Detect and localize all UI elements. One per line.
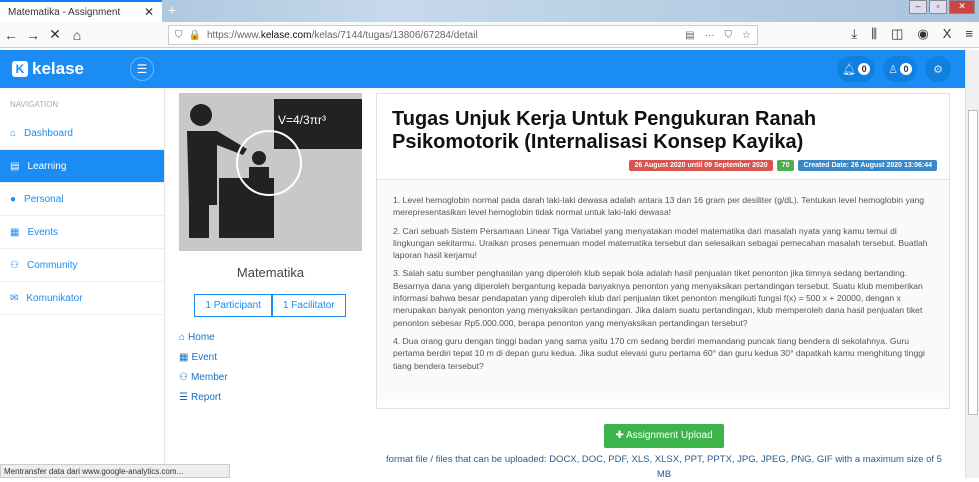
plus-icon: ✚ [615,430,626,441]
reader-icon[interactable]: ▤ [685,30,694,41]
course-link-event[interactable]: ▦ Event [179,347,362,367]
maximize-icon[interactable]: ▫ [929,0,947,14]
browser-tabbar: Matematika - Assignment ✕ + – ▫ ✕ [0,0,979,22]
course-link-home[interactable]: ⌂ Home [179,327,362,347]
link-label: Member [190,371,228,383]
course-panel: V=4/3πr³ Matematika 1 Participant 1 Facil… [179,93,362,407]
pocket-icon[interactable]: ⛉ [725,30,733,41]
home-icon: ⌂ [179,331,186,343]
url-prefix: https://www. [206,29,261,41]
question: 3. Salah satu sumber penghasilan yang di… [393,268,923,328]
created-badge: Created Date: 26 August 2020 13:06:44 [798,160,937,171]
tab-title: Matematika - Assignment [8,6,121,18]
forward-icon[interactable]: → [22,27,44,43]
users-icon: ⚇ [179,371,188,383]
browser-tab[interactable]: Matematika - Assignment ✕ [0,0,162,22]
link-label: Event [191,351,218,363]
sidebar-icon[interactable]: ◫ [891,26,903,42]
teacher-icon [187,104,302,238]
question: 4. Dua orang guru dengan tinggi badan ya… [393,335,925,371]
sidebar-item-personal[interactable]: ● Personal [0,183,164,216]
url-path: /kelas/7144/tugas/13806/67284/detail [311,29,478,41]
participants-button[interactable]: 1 Participant [194,294,272,317]
sidebar-item-events[interactable]: ▦ Events [0,216,164,249]
notif-badge: 0 [858,63,871,75]
sidebar-item-label: Personal [24,193,64,205]
home-icon[interactable]: ⌂ [66,27,88,43]
user-icon: ♙ [888,63,898,76]
sidebar-item-label: Dashboard [24,127,73,139]
browser-navbar: ← → ✕ ⌂ ⛉ 🔒 https://www.kelase.com/kelas/… [0,22,979,48]
sidebar-label: NAVIGATION [10,100,59,109]
calendar-icon: ▦ [179,351,189,363]
status-bar: Mentransfer data dari www.google-analyti… [0,464,230,478]
star-icon[interactable]: ☆ [742,30,751,41]
calendar-icon: ▦ [10,226,20,238]
window-controls: – ▫ ✕ [909,0,975,14]
home-icon: ⌂ [10,127,17,139]
sidebar-item-label: Learning [27,160,67,172]
back-icon[interactable]: ← [0,27,22,43]
scrollbar-thumb[interactable] [968,110,978,415]
sidebar-item-learning[interactable]: ▤ Learning [0,150,164,183]
book-icon: ▤ [10,160,20,172]
logo[interactable]: Kkelase [12,59,84,79]
sidebar: NAVIGATION ⌂ Dashboard ▤ Learning ● Persona… [0,88,165,478]
upload-label: Assignment Upload [625,430,713,441]
menu-icon[interactable]: ≡ [965,26,973,42]
chat-icon: ✉ [10,292,19,304]
scrollbar[interactable] [965,50,979,478]
assignment-card: Tugas Unjuk Kerja Untuk Pengukuran Ranah… [376,93,950,409]
download-icon[interactable]: ⤓ [851,26,857,42]
user-icon: ● [10,193,17,205]
shield-icon: ⛉ [175,29,183,41]
course-link-member[interactable]: ⚇ Member [179,367,362,387]
close-window-icon[interactable]: ✕ [949,0,975,14]
settings-button[interactable]: ⚙ [925,56,951,82]
gear-icon: ⚙ [933,63,943,76]
question: 1. Level hemoglobin normal pada darah la… [393,195,925,218]
new-tab-icon[interactable]: + [168,2,176,18]
sidebar-item-label: Community [26,259,78,271]
course-illustration: V=4/3πr³ [179,93,362,251]
more-icon[interactable]: ··· [705,30,715,41]
stop-icon[interactable]: ✕ [44,26,66,43]
library-icon[interactable]: ⫼ [871,26,877,42]
menu-toggle-icon[interactable]: ☰ [130,57,154,81]
question: 2. Cari sebuah Sistem Persamaan Linear T… [393,225,928,261]
users-icon: ⚇ [10,259,19,271]
sidebar-item-label: Komunikator [26,292,83,304]
user-badge: 0 [900,63,912,75]
sidebar-item-komunikator[interactable]: ✉ Komunikator [0,282,164,315]
minimize-icon[interactable]: – [909,0,927,14]
user-button[interactable]: ♙ 0 [883,56,917,82]
url-domain: kelase.com [260,29,312,41]
sidebar-item-label: Events [27,226,59,238]
app-header: Kkelase ☰ 🔔︎ 0 ♙ 0 ⚙ [0,50,965,88]
link-label: Report [190,391,221,403]
assignment-body: 1. Level hemoglobin normal pada darah la… [377,179,949,399]
bell-icon: 🔔︎ [842,63,857,76]
course-link-report[interactable]: ☰ Report [179,387,362,407]
extension-icon[interactable]: X [943,26,952,42]
list-icon: ☰ [179,391,188,403]
link-label: Home [188,331,215,343]
facilitators-button[interactable]: 1 Facilitator [271,294,346,317]
sidebar-item-dashboard[interactable]: ⌂ Dashboard [0,117,164,150]
sidebar-item-community[interactable]: ⚇ Community [0,249,164,282]
assignment-title: Tugas Unjuk Kerja Untuk Pengukuran Ranah… [392,108,817,153]
course-subject: Matematika [236,265,305,280]
logo-text: kelase [32,59,84,78]
notifications-button[interactable]: 🔔︎ 0 [837,56,876,82]
logo-icon: K [12,61,28,77]
score-badge: 70 [776,160,795,171]
url-bar[interactable]: ⛉ 🔒 https://www.kelase.com/kelas/7144/tug… [168,25,758,45]
lock-icon: 🔒 [188,29,201,41]
close-tab-icon[interactable]: ✕ [144,5,154,19]
period-badge: 26 August 2020 until 09 September 2020 [629,160,773,171]
account-icon[interactable]: ◉ [917,26,928,42]
assignment-upload-button[interactable]: ✚ Assignment Upload [604,424,724,448]
